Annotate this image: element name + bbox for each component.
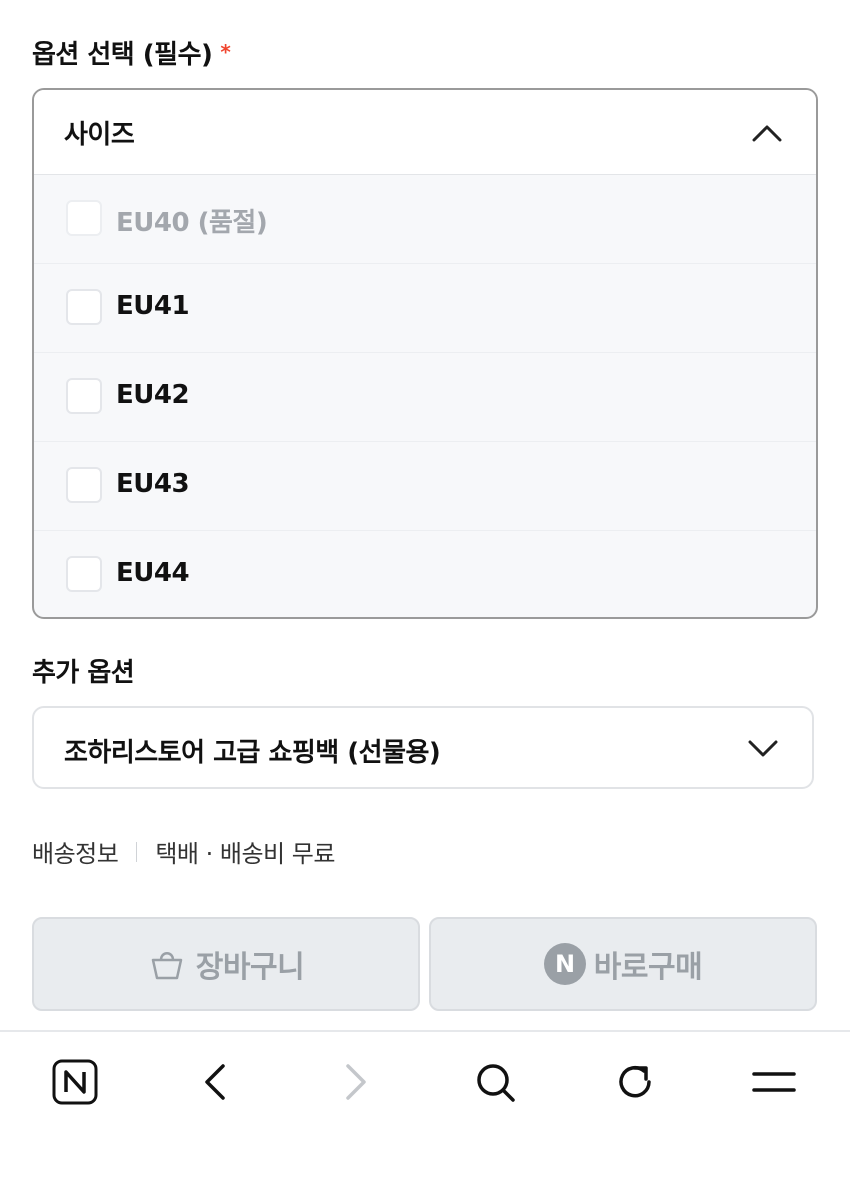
checkbox	[66, 200, 102, 236]
chevron-up-icon	[752, 125, 782, 142]
refresh-icon	[619, 1065, 651, 1098]
buy-now-button[interactable]: N 바로구매	[429, 917, 817, 1011]
buy-label: 바로구매	[593, 950, 703, 985]
menu-button[interactable]	[748, 1056, 800, 1108]
size-option-eu40: EU40 (품절)	[34, 175, 816, 264]
extra-options-title: 추가 옵션	[32, 658, 135, 688]
divider	[136, 841, 138, 862]
extra-option-select[interactable]: 조하리스토어 고급 쇼핑백 (선물용)	[32, 706, 814, 789]
size-option-eu44[interactable]: EU44	[34, 531, 816, 617]
size-option-eu42[interactable]: EU42	[34, 353, 816, 442]
delivery-value: 택배 · 배송비 무료	[155, 840, 335, 868]
refresh-button[interactable]	[609, 1056, 661, 1108]
search-button[interactable]	[469, 1056, 521, 1108]
naver-home-icon	[52, 1059, 98, 1105]
options-section-title: 옵션 선택 (필수) *	[32, 34, 231, 71]
size-dropdown-label: 사이즈	[64, 120, 135, 150]
size-option-label: EU44	[116, 558, 190, 588]
chevron-right-icon	[346, 1064, 366, 1100]
size-option-label: EU40 (품절)	[116, 208, 268, 238]
size-dropdown: 사이즈 EU40 (품절) EU41 EU42 EU43 EU44	[32, 88, 818, 619]
back-button[interactable]	[189, 1056, 241, 1108]
chevron-left-icon	[205, 1064, 225, 1100]
checkbox[interactable]	[66, 556, 102, 592]
size-option-label: EU42	[116, 380, 190, 410]
chevron-down-icon	[748, 740, 778, 757]
hamburger-menu-icon	[752, 1072, 796, 1092]
size-option-label: EU41	[116, 291, 190, 321]
forward-button[interactable]	[330, 1056, 382, 1108]
required-mark: *	[220, 40, 231, 64]
cart-label: 장바구니	[195, 950, 305, 985]
size-option-label: EU43	[116, 469, 190, 499]
extra-option-value: 조하리스토어 고급 쇼핑백 (선물용)	[64, 738, 441, 768]
home-button[interactable]	[49, 1056, 101, 1108]
size-option-eu43[interactable]: EU43	[34, 442, 816, 531]
npay-icon: N	[543, 943, 586, 985]
checkbox[interactable]	[66, 289, 102, 325]
options-title-text: 옵션 선택 (필수)	[32, 40, 213, 70]
browser-toolbar	[0, 1030, 850, 1193]
checkbox[interactable]	[66, 378, 102, 414]
size-dropdown-header[interactable]: 사이즈	[34, 90, 816, 175]
search-icon	[477, 1064, 515, 1102]
checkbox[interactable]	[66, 467, 102, 503]
add-to-cart-button[interactable]: 장바구니	[32, 917, 420, 1011]
delivery-label: 배송정보	[32, 840, 119, 868]
shopping-bag-icon	[151, 952, 183, 980]
size-option-eu41[interactable]: EU41	[34, 264, 816, 353]
delivery-info: 배송정보 택배 · 배송비 무료	[32, 834, 335, 869]
product-option-page: 옵션 선택 (필수) * 사이즈 EU40 (품절) EU41 EU42 EU43…	[0, 0, 850, 1193]
